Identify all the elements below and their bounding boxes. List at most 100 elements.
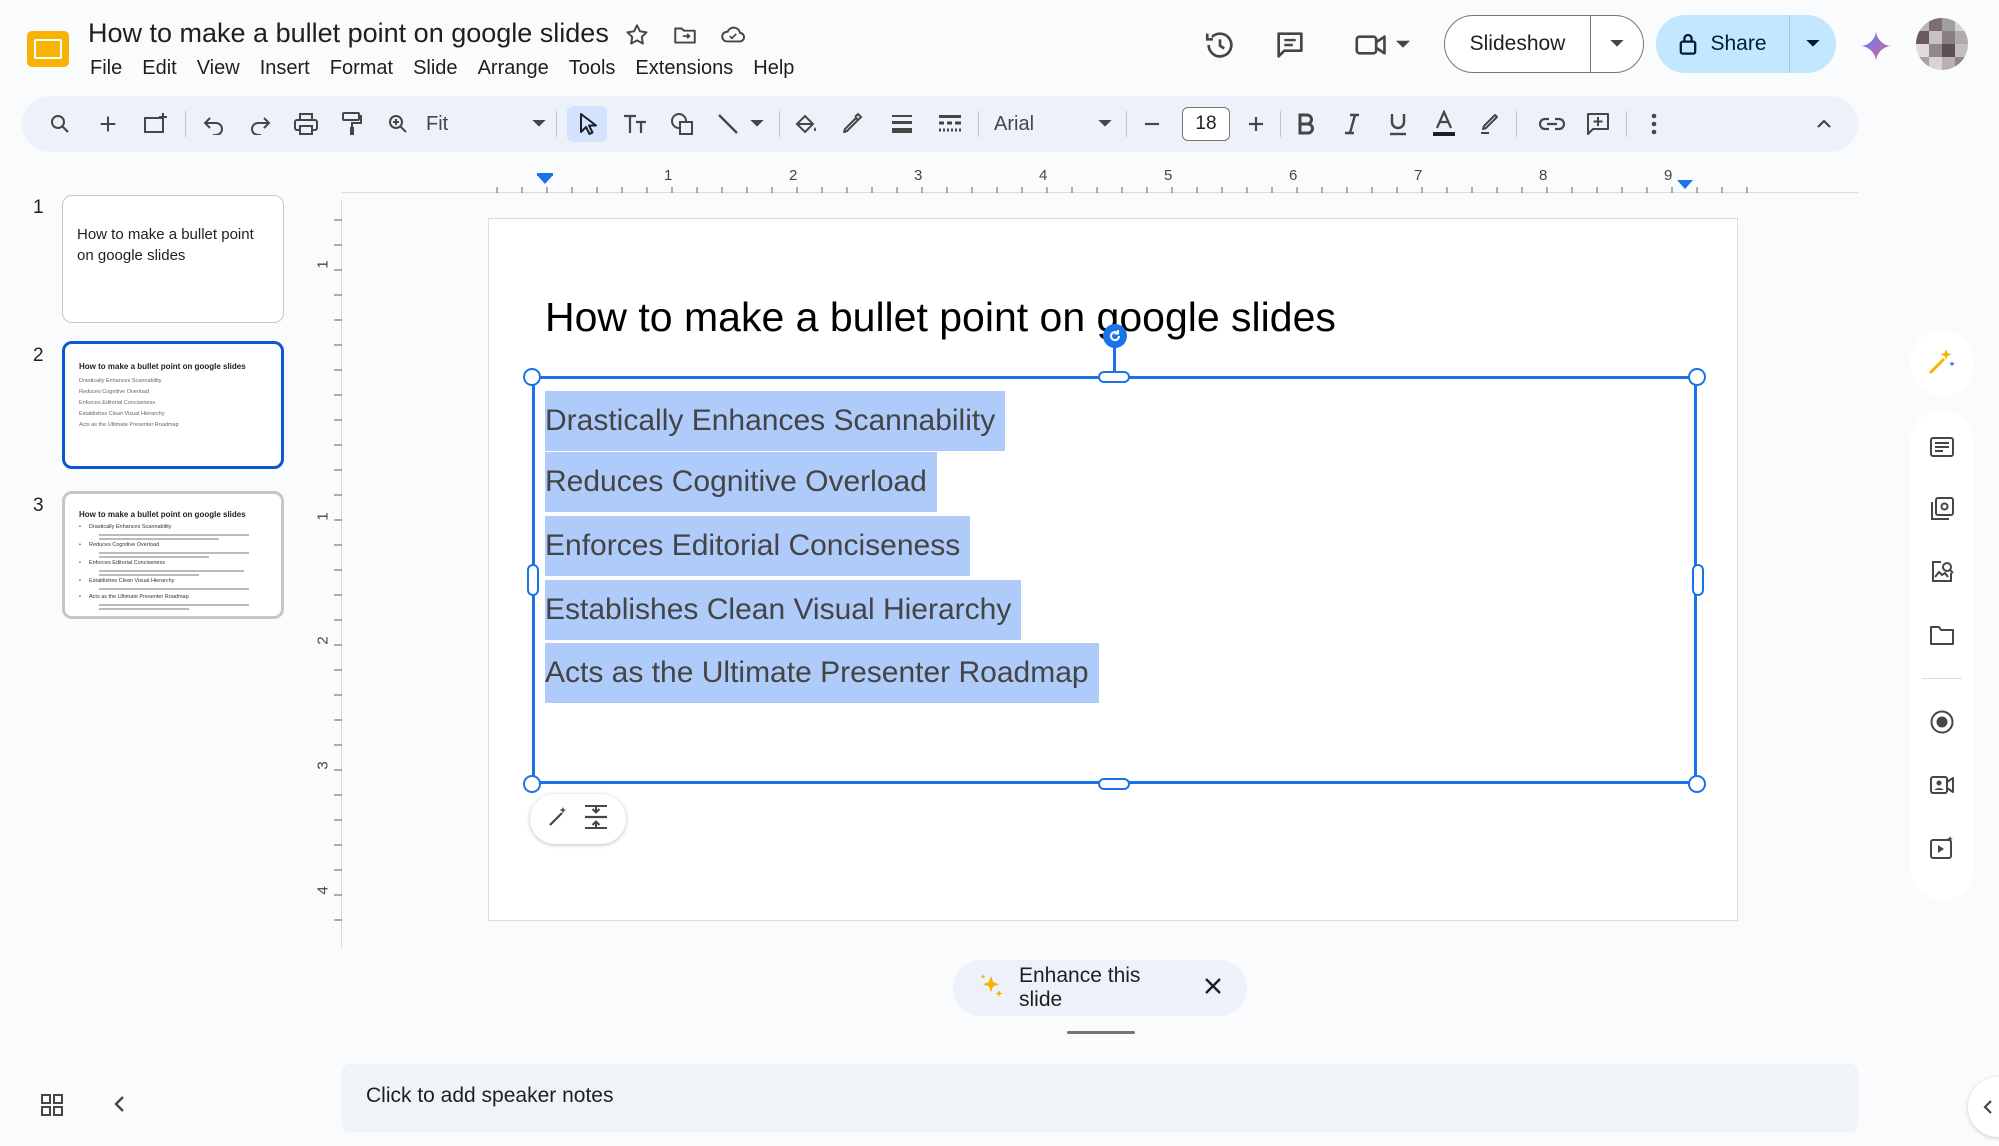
increase-font-size-icon[interactable] [1238,106,1274,142]
selected-text-line[interactable]: Establishes Clean Visual Hierarchy [545,580,1022,640]
print-icon[interactable] [288,106,324,142]
share-dropdown-button[interactable] [1790,15,1836,73]
resize-handle-bottom-left[interactable] [523,775,541,793]
thumbnail-bullet: Drastically Enhances Scannability [89,524,172,530]
select-tool-icon[interactable] [567,106,607,142]
resize-handle-bottom[interactable] [1098,778,1130,790]
border-dash-icon[interactable] [932,106,968,142]
horizontal-ruler[interactable]: 1 2 3 4 5 6 7 8 9 [342,165,1858,193]
ruler-number: 4 [1039,167,1048,184]
selected-text-line[interactable]: Acts as the Ultimate Presenter Roadmap [545,643,1099,703]
menu-edit[interactable]: Edit [132,54,186,82]
menu-arrange[interactable]: Arrange [468,54,559,82]
camera-record-icon[interactable] [1927,770,1957,800]
speaker-notes-area[interactable]: Click to add speaker notes [342,1064,1858,1132]
vertical-align-icon[interactable] [582,803,610,836]
menu-slide[interactable]: Slide [403,54,467,82]
meet-video-icon[interactable] [1350,25,1414,65]
star-icon[interactable] [622,20,652,50]
border-weight-icon[interactable] [884,106,920,142]
slide-thumbnail-3[interactable]: How to make a bullet point on google sli… [62,491,284,619]
move-folder-icon[interactable] [670,20,700,50]
image-search-icon[interactable] [1927,557,1957,587]
resize-handle-top[interactable] [1098,371,1130,383]
collapse-toolbar-icon[interactable] [1806,106,1842,142]
new-slide-icon[interactable] [90,106,126,142]
text-color-icon[interactable] [1426,106,1462,142]
menu-help[interactable]: Help [743,54,804,82]
fill-color-icon[interactable] [788,106,824,142]
video-spark-icon[interactable] [1927,833,1957,863]
slide-library-icon[interactable] [1927,494,1957,524]
resize-handle-top-right[interactable] [1688,368,1706,386]
line-tool-icon[interactable] [710,106,770,142]
zoom-select[interactable]: Fit [426,106,546,142]
lock-icon [1680,33,1697,55]
redo-icon[interactable] [242,106,278,142]
collapse-filmstrip-icon[interactable] [113,1093,127,1120]
ruler-number: 9 [1664,167,1673,184]
menu-tools[interactable]: Tools [559,54,626,82]
slideshow-dropdown-button[interactable] [1591,16,1643,72]
menu-insert[interactable]: Insert [250,54,320,82]
menu-view[interactable]: View [187,54,250,82]
resize-handle-bottom-right[interactable] [1688,775,1706,793]
zoom-icon[interactable] [380,106,416,142]
resize-handle-left[interactable] [527,564,539,596]
slideshow-button[interactable]: Slideshow [1445,16,1591,72]
insert-link-icon[interactable] [1534,106,1570,142]
share-button[interactable]: Share [1656,15,1790,73]
speaker-notes-panel-icon[interactable] [1927,432,1957,462]
menu-format[interactable]: Format [320,54,403,82]
gemini-sparkle-icon[interactable] [1856,26,1896,66]
grid-view-icon[interactable] [40,1093,64,1122]
search-menus-icon[interactable] [42,106,78,142]
font-select[interactable]: Arial [988,106,1118,142]
expand-side-panel-button[interactable] [1968,1077,1999,1137]
close-icon[interactable] [1203,976,1223,1001]
ai-spark-icon[interactable] [1926,345,1958,382]
slide-thumbnail-1[interactable]: How to make a bullet point on google sli… [62,195,284,323]
resize-handle-right[interactable] [1692,564,1704,596]
selected-text-line[interactable]: Reduces Cognitive Overload [545,452,937,512]
slide-thumbnail-2[interactable]: How to make a bullet point on google sli… [62,341,284,469]
undo-icon[interactable] [196,106,232,142]
cloud-saved-icon[interactable] [718,20,748,50]
add-comment-icon[interactable] [1580,106,1616,142]
selected-text-line[interactable]: Drastically Enhances Scannability [545,391,1006,451]
magic-edit-icon[interactable] [546,805,570,834]
record-icon[interactable] [1927,707,1957,737]
rotate-handle-icon[interactable] [1103,324,1127,348]
new-slide-layout-icon[interactable] [138,106,174,142]
font-size-input[interactable]: 18 [1182,107,1230,141]
vertical-ruler[interactable]: 1 1 2 3 4 [314,200,342,948]
shape-icon[interactable] [664,106,700,142]
slide-title-text[interactable]: How to make a bullet point on google sli… [545,294,1336,341]
bold-icon[interactable] [1288,106,1324,142]
italic-icon[interactable] [1334,106,1370,142]
text-box-icon[interactable] [618,106,654,142]
chevron-down-icon [1806,40,1820,47]
chevron-down-icon [1610,40,1624,47]
document-title[interactable]: How to make a bullet point on google sli… [88,18,609,49]
paint-format-icon[interactable] [334,106,370,142]
user-avatar[interactable] [1916,18,1968,70]
highlight-color-icon[interactable] [1472,106,1508,142]
decrease-font-size-icon[interactable] [1134,106,1170,142]
folder-icon[interactable] [1927,620,1957,650]
more-options-icon[interactable] [1636,106,1672,142]
resize-handle-top-left[interactable] [523,368,541,386]
ruler-number: 1 [314,512,332,521]
underline-icon[interactable] [1380,106,1416,142]
menu-extensions[interactable]: Extensions [625,54,743,82]
enhance-slide-chip[interactable]: Enhance this slide [953,960,1247,1016]
chevron-down-icon [750,120,764,127]
ruler-number: 1 [314,260,332,269]
selected-text-line[interactable]: Enforces Editorial Conciseness [545,516,971,576]
menu-file[interactable]: File [88,54,132,82]
notes-resize-handle[interactable] [1067,1031,1135,1034]
comments-icon[interactable] [1270,25,1310,65]
border-color-icon[interactable] [834,106,870,142]
slides-logo-icon[interactable] [25,25,71,71]
version-history-icon[interactable] [1200,25,1240,65]
